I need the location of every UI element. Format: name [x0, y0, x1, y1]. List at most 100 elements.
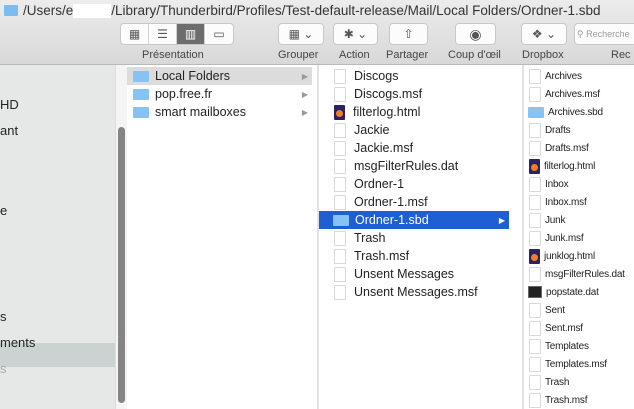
chevron-down-icon: ⌄ — [546, 27, 557, 41]
folder-icon — [528, 106, 544, 118]
eye-icon: ◉ — [469, 25, 482, 42]
action-label: Action — [339, 49, 370, 61]
file-list-item[interactable]: Inbox.msf — [524, 193, 634, 211]
folder-icon — [4, 5, 18, 16]
file-list-item[interactable]: Junk — [524, 211, 634, 229]
share-icon: ⇧ — [403, 27, 414, 41]
file-list-item[interactable]: Sent.msf — [524, 319, 634, 337]
file-list-item[interactable]: Trash — [319, 229, 509, 247]
document-icon — [529, 302, 541, 318]
path-text-end: /Library/Thunderbird/Profiles/Test-defau… — [111, 3, 601, 18]
presentation-label: Présentation — [142, 49, 204, 61]
document-icon — [529, 356, 541, 372]
file-list-item[interactable]: Trash.msf — [524, 391, 634, 409]
item-name: Inbox — [545, 178, 569, 190]
item-name: Ordner-1 — [354, 177, 405, 191]
file-list-item[interactable]: smart mailboxes ▶ — [127, 103, 312, 121]
item-name: Archives.msf — [545, 88, 600, 100]
disclosure-arrow-icon: ▶ — [301, 89, 308, 99]
file-list-item[interactable]: Archives — [524, 67, 634, 85]
sidebar: HD ant e s ments s — [0, 65, 115, 409]
sidebar-item[interactable]: HD — [0, 97, 19, 112]
disclosure-arrow-icon: ▶ — [301, 107, 308, 117]
item-name: Trash — [545, 376, 570, 388]
firefox-html-icon — [529, 248, 540, 264]
file-list-item[interactable]: msgFilterRules.dat — [524, 265, 634, 283]
document-icon — [334, 140, 346, 156]
sidebar-item[interactable]: ments — [0, 335, 35, 350]
item-name: Archives.sbd — [548, 106, 603, 118]
chevron-down-icon: ⌄ — [357, 27, 368, 41]
search-placeholder: Recherche — [586, 29, 630, 39]
item-name: Drafts — [545, 124, 571, 136]
item-name: smart mailboxes — [155, 105, 246, 119]
column-3: Archives Archives.msf Archives.sbd Drafts Dr… — [523, 65, 634, 409]
file-list-item[interactable]: Unsent Messages — [319, 265, 509, 283]
document-icon — [334, 284, 346, 300]
file-list-item[interactable]: pop.free.fr ▶ — [127, 85, 312, 103]
terminal-file-icon — [528, 286, 542, 298]
share-button[interactable]: ⇧ — [389, 23, 428, 45]
file-list-item[interactable]: Unsent Messages.msf — [319, 283, 509, 301]
item-name: Discogs.msf — [354, 87, 423, 101]
sidebar-item[interactable]: e — [0, 203, 7, 218]
document-icon — [334, 122, 346, 138]
item-name: Inbox.msf — [545, 196, 587, 208]
item-name: pop.free.fr — [155, 87, 212, 101]
file-list-item[interactable]: Discogs.msf — [319, 85, 509, 103]
file-list-item[interactable]: Templates — [524, 337, 634, 355]
file-list-item[interactable]: Archives.msf — [524, 85, 634, 103]
action-button[interactable]: ✱ ⌄ — [333, 23, 378, 45]
file-list-item[interactable]: Trash.msf — [319, 247, 509, 265]
sidebar-item[interactable]: ant — [0, 123, 18, 138]
file-list-item[interactable]: msgFilterRules.dat — [319, 157, 509, 175]
file-list-item[interactable]: Local Folders ▶ — [127, 67, 312, 85]
file-list-item[interactable]: Jackie.msf — [319, 139, 509, 157]
file-list-item[interactable]: Ordner-1.sbd ▶ — [319, 211, 509, 229]
search-label: Rec — [611, 49, 631, 61]
icon-view-button[interactable]: ▦ — [121, 24, 149, 44]
file-list-item[interactable]: Ordner-1 — [319, 175, 509, 193]
group-button[interactable]: ▦ ⌄ — [278, 23, 324, 45]
item-name: Local Folders — [155, 69, 231, 83]
file-list-item[interactable]: Drafts.msf — [524, 139, 634, 157]
file-list-item[interactable]: junklog.html — [524, 247, 634, 265]
document-icon — [334, 194, 346, 210]
dropbox-button[interactable]: ❖ ⌄ — [521, 23, 567, 45]
file-list-item[interactable]: Trash — [524, 373, 634, 391]
folder-icon — [133, 70, 149, 82]
file-list-item[interactable]: Inbox — [524, 175, 634, 193]
scrollbar-thumb[interactable] — [118, 127, 125, 403]
file-list-item[interactable]: Jackie — [319, 121, 509, 139]
column-view-button[interactable]: ▥ — [177, 24, 205, 44]
file-list-item[interactable]: Junk.msf — [524, 229, 634, 247]
search-icon: ⚲ — [577, 29, 584, 39]
sidebar-item[interactable]: s — [0, 361, 7, 376]
chevron-down-icon: ⌄ — [303, 27, 314, 41]
file-list-item[interactable]: Discogs — [319, 67, 509, 85]
gallery-view-button[interactable]: ▭ — [205, 24, 233, 44]
file-list-item[interactable]: Ordner-1.msf — [319, 193, 509, 211]
list-view-button[interactable]: ☰ — [149, 24, 177, 44]
search-input[interactable]: ⚲ Recherche — [574, 23, 634, 45]
quick-look-button[interactable]: ◉ — [455, 23, 496, 45]
document-icon — [334, 158, 346, 174]
window-title-path: /Users/e/Library/Thunderbird/Profiles/Te… — [4, 3, 600, 18]
document-icon — [334, 86, 346, 102]
file-list-item[interactable]: filterlog.html — [319, 103, 509, 121]
file-list-item[interactable]: Archives.sbd — [524, 103, 634, 121]
file-list-item[interactable]: filterlog.html — [524, 157, 634, 175]
document-icon — [334, 266, 346, 282]
item-name: msgFilterRules.dat — [545, 268, 625, 280]
view-mode-segmented[interactable]: ▦ ☰ ▥ ▭ — [120, 23, 234, 45]
file-list-item[interactable]: Sent — [524, 301, 634, 319]
file-list-item[interactable]: popstate.dat — [524, 283, 634, 301]
sidebar-item[interactable]: s — [0, 309, 7, 324]
item-name: Junk — [545, 214, 566, 226]
document-icon — [529, 266, 541, 282]
file-list-item[interactable]: Drafts — [524, 121, 634, 139]
sidebar-scrollbar[interactable] — [115, 65, 127, 409]
file-list-item[interactable]: Templates.msf — [524, 355, 634, 373]
document-icon — [334, 230, 346, 246]
item-name: Archives — [545, 70, 582, 82]
